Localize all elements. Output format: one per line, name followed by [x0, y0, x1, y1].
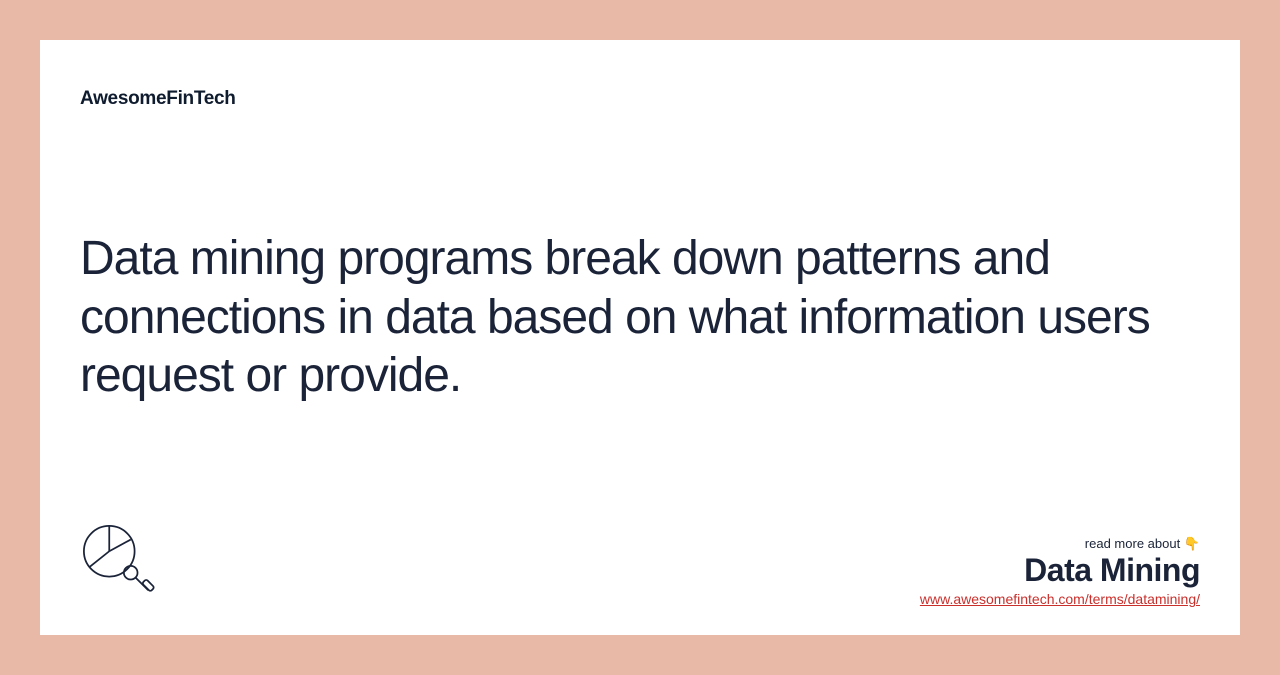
description-text: Data mining programs break down patterns…: [80, 230, 1200, 406]
article-url[interactable]: www.awesomefintech.com/terms/datamining/: [920, 591, 1200, 607]
content-card: AwesomeFinTech Data mining programs brea…: [40, 40, 1240, 635]
brand-name: AwesomeFinTech: [80, 88, 1200, 110]
read-more-label: read more about 👇: [920, 536, 1200, 552]
footer: read more about 👇 Data Mining www.awesom…: [80, 522, 1200, 607]
topic-title: Data Mining: [920, 552, 1200, 589]
pie-chart-magnifier-icon: [80, 522, 158, 605]
read-more-block: read more about 👇 Data Mining www.awesom…: [920, 536, 1200, 607]
